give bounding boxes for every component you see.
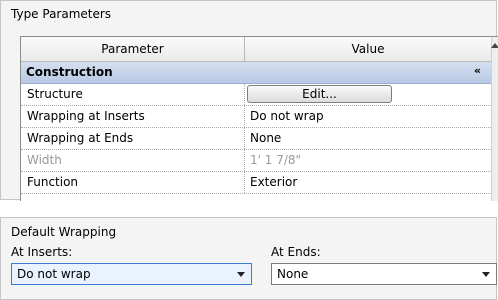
type-parameters-panel: Type Parameters Parameter Value Construc… [0, 0, 498, 201]
vertical-scrollbar[interactable] [491, 37, 498, 201]
scroll-up-icon[interactable] [491, 43, 498, 48]
at-inserts-selected: Do not wrap [17, 267, 91, 281]
parameter-value: 1' 1 7/8" [250, 153, 302, 167]
table-row: Function Exterior [21, 172, 491, 194]
parameter-value[interactable]: Do not wrap [245, 106, 491, 127]
group-label: Construction [26, 65, 113, 79]
at-ends-selected: None [277, 267, 309, 281]
table-row: Wrapping at Ends None [21, 128, 491, 150]
parameter-name: Width [21, 150, 245, 171]
column-header-parameter[interactable]: Parameter [21, 37, 245, 62]
type-parameters-title: Type Parameters [11, 7, 112, 21]
parameter-name: Wrapping at Ends [21, 128, 245, 149]
table-row: Width 1' 1 7/8" [21, 150, 491, 172]
structure-edit-button[interactable]: Edit... [247, 85, 392, 103]
collapse-icon[interactable]: « [474, 64, 481, 77]
parameter-name: Function [21, 172, 245, 193]
parameter-name: Structure [21, 84, 245, 105]
default-wrapping-title: Default Wrapping [11, 225, 117, 239]
parameter-value[interactable]: Exterior [245, 172, 491, 193]
at-ends-label: At Ends: [271, 245, 321, 259]
parameter-value[interactable]: None [245, 128, 491, 149]
at-ends-dropdown[interactable]: None [271, 263, 497, 285]
column-header-value[interactable]: Value [245, 37, 491, 62]
chevron-down-icon[interactable] [237, 272, 245, 277]
group-construction[interactable]: Construction « [21, 62, 491, 84]
parameters-table: Parameter Value Construction « Structure… [20, 36, 498, 201]
default-wrapping-panel: Default Wrapping At Inserts: At Ends: Do… [0, 217, 497, 300]
table-row: Structure Edit... [21, 84, 491, 106]
at-inserts-dropdown[interactable]: Do not wrap [11, 263, 252, 285]
chevron-down-icon[interactable] [482, 272, 490, 277]
table-row: Wrapping at Inserts Do not wrap [21, 106, 491, 128]
at-inserts-label: At Inserts: [11, 245, 73, 259]
parameter-name: Wrapping at Inserts [21, 106, 245, 127]
